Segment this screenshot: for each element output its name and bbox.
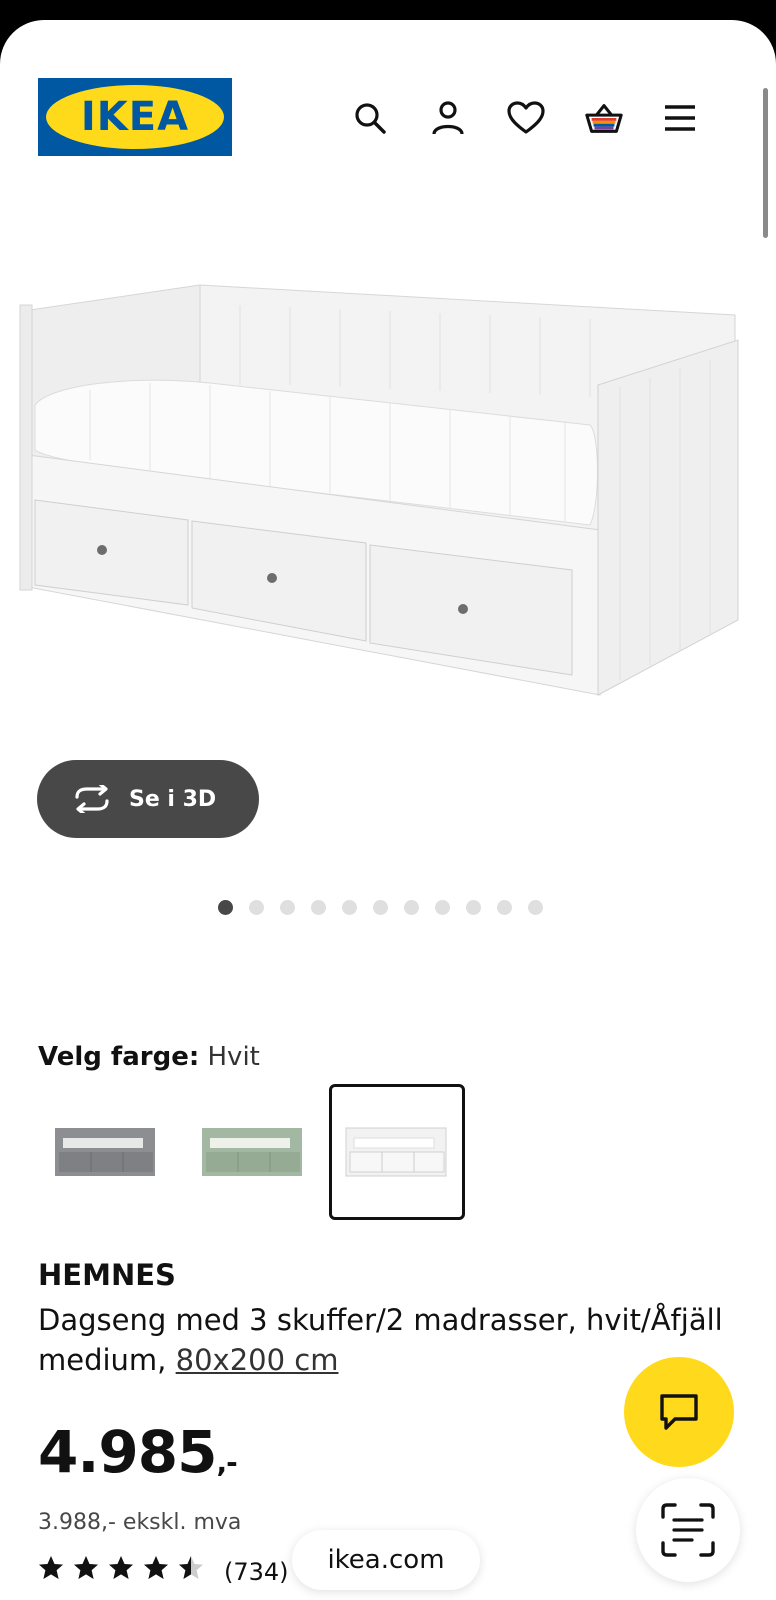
screen: IKEA Se i 3D Velg farge: Hvit HEMNES Dag… (0, 20, 776, 1600)
product-description: Dagseng med 3 skuffer/2 madrasser, hvit/… (38, 1300, 738, 1380)
rating-stars[interactable] (38, 1555, 204, 1581)
color-swatch-green[interactable] (185, 1084, 321, 1220)
star-icon (109, 1556, 133, 1579)
heart-icon[interactable] (506, 98, 546, 138)
product-image[interactable] (10, 275, 760, 725)
scrollbar[interactable] (763, 88, 768, 238)
basket-icon[interactable] (584, 98, 624, 138)
pagination-dot[interactable] (218, 900, 233, 915)
color-swatch-white[interactable] (329, 1084, 465, 1220)
scan-text-icon (661, 1503, 715, 1557)
color-swatch-grey[interactable] (38, 1084, 174, 1220)
pagination-dot[interactable] (249, 900, 264, 915)
ikea-logo[interactable]: IKEA (38, 78, 232, 156)
pagination-dot[interactable] (435, 900, 450, 915)
pagination-dot[interactable] (528, 900, 543, 915)
view-3d-button[interactable]: Se i 3D (37, 760, 259, 838)
search-icon[interactable] (350, 98, 390, 138)
chat-button[interactable] (624, 1357, 734, 1467)
pagination-dot[interactable] (373, 900, 388, 915)
price-main: 4.985 (38, 1418, 217, 1486)
description-text: Dagseng med 3 skuffer/2 madrasser, hvit/… (38, 1303, 723, 1377)
pagination-dot[interactable] (342, 900, 357, 915)
view-3d-label: Se i 3D (129, 786, 217, 812)
product-price: 4.985,- (38, 1418, 238, 1486)
pagination-dot[interactable] (280, 900, 295, 915)
star-icon (179, 1556, 203, 1579)
price-ex-vat: 3.988,- ekskl. mva (38, 1510, 242, 1535)
image-pagination (218, 900, 543, 915)
account-icon[interactable] (428, 98, 468, 138)
color-label-text: Velg farge: (38, 1042, 200, 1072)
pagination-dot[interactable] (311, 900, 326, 915)
price-suffix: ,- (216, 1446, 237, 1479)
star-icon (74, 1556, 98, 1579)
rotate-3d-icon (71, 785, 113, 813)
menu-icon[interactable] (660, 98, 700, 138)
review-count[interactable]: (734) (224, 1558, 289, 1586)
chat-icon (660, 1394, 698, 1430)
product-name: HEMNES (38, 1258, 176, 1292)
star-icon (144, 1556, 168, 1579)
text-scan-button[interactable] (636, 1478, 740, 1582)
size-link[interactable]: 80x200 cm (176, 1343, 339, 1377)
url-bar[interactable]: ikea.com (292, 1530, 480, 1590)
pagination-dot[interactable] (497, 900, 512, 915)
color-value: Hvit (207, 1042, 260, 1072)
star-icon (39, 1556, 63, 1579)
color-selector-label: Velg farge: Hvit (38, 1042, 260, 1072)
logo-text: IKEA (46, 85, 224, 149)
pagination-dot[interactable] (404, 900, 419, 915)
pagination-dot[interactable] (466, 900, 481, 915)
